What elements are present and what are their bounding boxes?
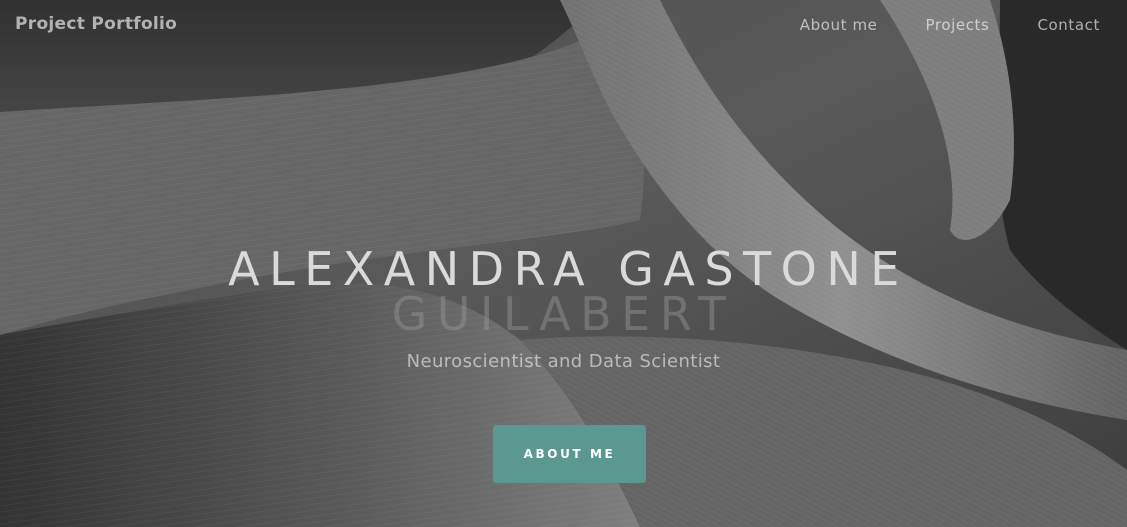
about-me-button[interactable]: About me — [493, 425, 646, 483]
nav-link-about-me[interactable]: About me — [800, 16, 878, 34]
hero-name-line-2: Guilabert — [391, 287, 736, 341]
nav-links: About me Projects Contact — [800, 16, 1100, 34]
brand-link[interactable]: Project Portfolio — [15, 14, 177, 34]
hero-subtitle: Neuroscientist and Data Scientist — [406, 351, 721, 372]
nav-link-projects[interactable]: Projects — [926, 16, 990, 34]
top-navigation: Project Portfolio About me Projects Cont… — [0, 0, 1127, 52]
nav-link-contact[interactable]: Contact — [1037, 16, 1100, 34]
hero-title-wrap: Alexandra Gastone Guilabert — [0, 244, 1127, 339]
hero-section: Project Portfolio About me Projects Cont… — [0, 0, 1127, 527]
hero-title: Alexandra Gastone Guilabert — [0, 244, 1127, 339]
